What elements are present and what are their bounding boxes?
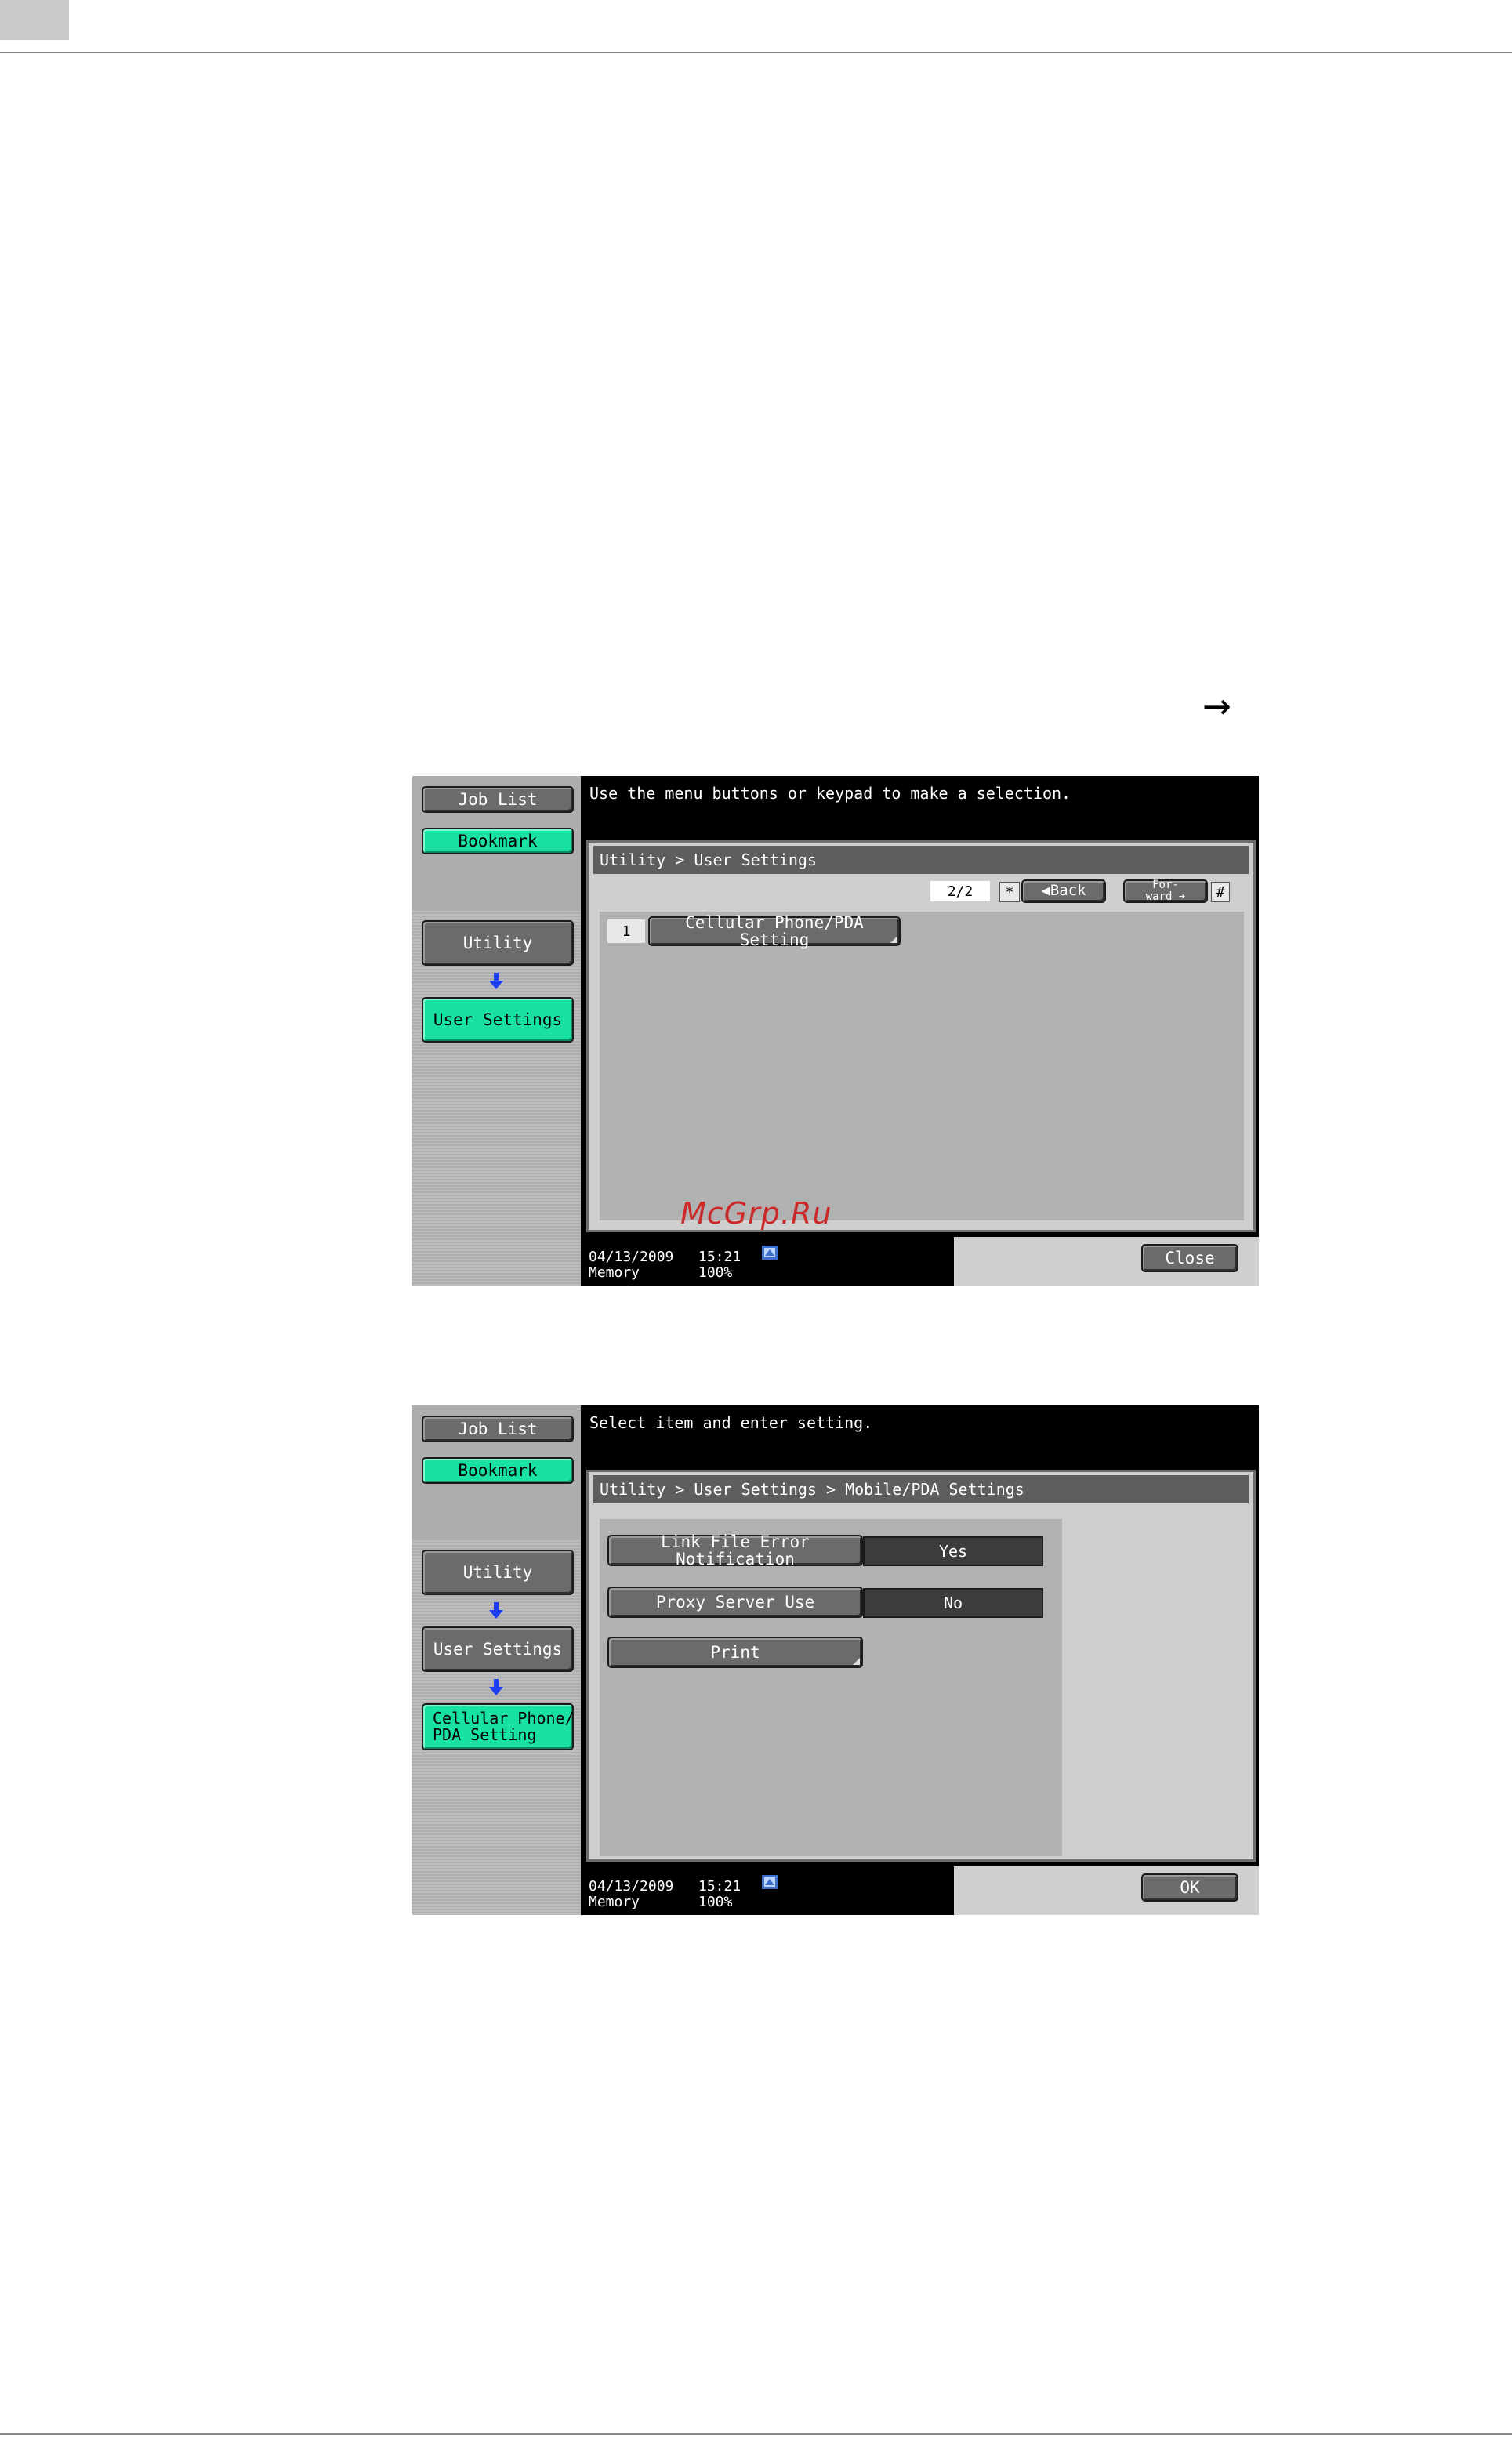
- arrow-glyph: →: [1202, 687, 1231, 727]
- close-button[interactable]: Close: [1141, 1244, 1238, 1272]
- menu-list-area: 1 Cellular Phone/PDA Setting: [600, 912, 1244, 1220]
- footer-rule: [0, 2433, 1512, 2435]
- time-text: 15:21: [698, 1249, 741, 1265]
- memory-label: Memory: [589, 1894, 640, 1910]
- star-key[interactable]: *: [999, 882, 1020, 902]
- network-icon: [762, 1246, 778, 1260]
- cellular-phone-pda-setting-button[interactable]: Cellular Phone/ PDA Setting: [422, 1703, 575, 1750]
- sidebar: Job List Bookmark Utility User Settings: [412, 776, 581, 1286]
- sidebar: Job List Bookmark Utility User Settings …: [412, 1405, 581, 1915]
- page-indicator: 2/2: [930, 881, 990, 901]
- down-arrow-icon: [484, 970, 508, 993]
- network-icon: [762, 1875, 778, 1889]
- memory-value: 100%: [698, 1264, 733, 1281]
- job-list-button[interactable]: Job List: [422, 1416, 574, 1442]
- bookmark-button[interactable]: Bookmark: [422, 828, 574, 854]
- instruction-message: Use the menu buttons or keypad to make a…: [589, 784, 1071, 803]
- proxy-server-use-button[interactable]: Proxy Server Use: [607, 1587, 863, 1618]
- bookmark-button[interactable]: Bookmark: [422, 1457, 574, 1484]
- time-text: 15:21: [698, 1878, 741, 1895]
- header-rule: [0, 52, 1512, 53]
- forward-button[interactable]: For- ward ➔: [1123, 879, 1208, 903]
- date-text: 04/13/2009: [589, 1249, 674, 1265]
- status-footer: 04/13/2009 Memory 15:21 100%: [581, 1865, 954, 1915]
- page-tab: [0, 0, 69, 40]
- print-button[interactable]: Print: [607, 1637, 863, 1668]
- user-settings-button[interactable]: User Settings: [422, 1626, 574, 1672]
- hash-key[interactable]: #: [1211, 882, 1230, 902]
- cellular-phone-pda-setting-button[interactable]: Cellular Phone/PDA Setting: [648, 914, 901, 948]
- memory-value: 100%: [698, 1894, 733, 1910]
- breadcrumb: Utility > User Settings: [593, 846, 1249, 874]
- screen-user-settings: Job List Bookmark Utility User Settings …: [412, 776, 1259, 1286]
- user-settings-button[interactable]: User Settings: [422, 997, 574, 1043]
- settings-area: Link File Error Notification Yes Proxy S…: [600, 1519, 1062, 1856]
- main-area: Utility > User Settings > Mobile/PDA Set…: [586, 1470, 1256, 1862]
- job-list-button[interactable]: Job List: [422, 786, 574, 813]
- watermark: McGrp.Ru: [680, 1196, 832, 1231]
- date-text: 04/13/2009: [589, 1878, 674, 1895]
- link-file-error-notification-value: Yes: [863, 1536, 1043, 1566]
- ok-button[interactable]: OK: [1141, 1873, 1238, 1902]
- down-arrow-icon: [484, 1676, 508, 1699]
- proxy-server-use-value: No: [863, 1588, 1043, 1618]
- main-area: Utility > User Settings 2/2 * ◀Back For-…: [586, 840, 1256, 1232]
- screen-mobile-pda-settings: Job List Bookmark Utility User Settings …: [412, 1405, 1259, 1915]
- status-footer: 04/13/2009 Memory 15:21 100%: [581, 1235, 954, 1286]
- utility-button[interactable]: Utility: [422, 920, 574, 966]
- down-arrow-icon: [484, 1599, 508, 1623]
- link-file-error-notification-button[interactable]: Link File Error Notification: [607, 1533, 863, 1568]
- back-button[interactable]: ◀Back: [1021, 879, 1106, 903]
- utility-button[interactable]: Utility: [422, 1550, 574, 1595]
- instruction-message: Select item and enter setting.: [589, 1413, 873, 1432]
- memory-label: Memory: [589, 1264, 640, 1281]
- breadcrumb: Utility > User Settings > Mobile/PDA Set…: [593, 1475, 1249, 1503]
- item-number: 1: [607, 919, 645, 943]
